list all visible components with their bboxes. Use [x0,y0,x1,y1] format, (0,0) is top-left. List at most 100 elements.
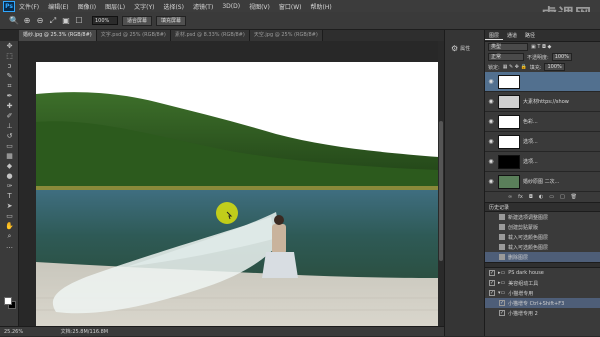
folder-icon[interactable]: ▭ [549,194,554,200]
action-item[interactable]: ✓ 小猫增专 Ctrl+Shift+F3 [485,298,600,308]
history-item[interactable]: 载入可选颜色图层 [485,232,600,242]
action-set[interactable]: ✓ ▸▭ 美容组动工具 [485,278,600,288]
visibility-eye-icon[interactable]: ◉ [487,178,495,185]
menu-edit[interactable]: 编辑(E) [48,2,68,11]
filter-icons[interactable]: ▣ T ◘ ◆ [531,44,551,50]
new-layer-icon[interactable]: □ [560,194,565,200]
crop-tool-icon[interactable]: ⌗ [0,81,19,91]
scrollbar-thumb[interactable] [439,121,443,261]
history-panel-title[interactable]: 历史记录 [485,202,600,212]
type-tool-icon[interactable]: T [0,191,19,201]
layer-row[interactable]: ◉ 大素材https://show... [485,92,600,112]
history-item[interactable]: 新建选项调整图层 [485,212,600,222]
menu-window[interactable]: 窗口(W) [279,2,302,11]
history-brush-icon[interactable]: ↺ [0,131,19,141]
menu-type[interactable]: 文字(Y) [134,2,154,11]
history-item-label: 载入可选颜色图层 [508,244,549,251]
check-icon[interactable]: ✓ [489,270,495,276]
brush-tool-icon[interactable]: ✐ [0,111,19,121]
eraser-tool-icon[interactable]: ▭ [0,141,19,151]
more-tools-icon[interactable]: … [0,241,19,251]
action-label: 小猫增专用 [508,290,534,297]
visibility-eye-icon[interactable]: ◉ [487,158,495,165]
visibility-eye-icon[interactable]: ◉ [487,118,495,125]
check-icon[interactable]: ✓ [499,300,505,306]
tab-paths[interactable]: 路径 [521,32,539,39]
zoom-value-field[interactable]: 100% [92,16,118,25]
fill-field[interactable]: 100% [544,63,565,71]
menu-select[interactable]: 选择(S) [163,2,184,11]
lock-icons[interactable]: ▦ ✎ ✥ 🔒 [503,64,527,70]
mask-icon[interactable]: ◘ [529,194,533,200]
move-tool-icon[interactable]: ✥ [0,41,19,51]
hand-tool-icon[interactable]: ✋ [0,221,19,231]
layer-row[interactable]: ◉ 选项... [485,152,600,172]
gradient-tool-icon[interactable]: ▦ [0,151,19,161]
history-doc-icon [499,214,505,220]
blur-tool-icon[interactable]: ◆ [0,161,19,171]
action-item[interactable]: ✓ 小猫增专用 2 [485,308,600,318]
zoom-status[interactable]: 25.26% [4,329,23,335]
menu-view[interactable]: 视图(V) [249,2,270,11]
zoom-out-icon[interactable]: ⊖ [35,16,45,26]
action-label: 小猫增专用 2 [508,310,538,317]
canvas-area[interactable] [19,41,444,326]
marquee-tool-icon[interactable]: ⬚ [0,51,19,61]
history-item[interactable]: 创建剪贴蒙版 [485,222,600,232]
tab-document[interactable]: 文字.psd @ 25% (RGB/8#) [96,30,171,41]
eyedropper-tool-icon[interactable]: ✒ [0,91,19,101]
dodge-tool-icon[interactable]: ● [0,171,19,181]
fill-screen-button[interactable]: 填充屏幕 [156,15,187,26]
check-icon[interactable]: ✓ [489,280,495,286]
healing-brush-icon[interactable]: ✚ [0,101,19,111]
layer-row[interactable]: ◉ 选项... [485,132,600,152]
menu-help[interactable]: 帮助(H) [311,2,332,11]
menu-3d[interactable]: 3D(D) [222,3,240,10]
foreground-color-swatch[interactable] [4,297,12,305]
visibility-eye-icon[interactable]: ◉ [487,78,495,85]
history-item[interactable]: 载入可选颜色图层 [485,242,600,252]
visibility-eye-icon[interactable]: ◉ [487,98,495,105]
layer-row[interactable]: ◉ [485,72,600,92]
lasso-tool-icon[interactable]: ↄ [0,61,19,71]
resize-windows-icon[interactable]: ⤢ [48,16,58,26]
layer-kind-select[interactable]: 类型 [488,43,528,51]
layer-row[interactable]: ◉ 婚纱原图 二次... [485,172,600,192]
menu-filter[interactable]: 滤镜(T) [193,2,213,11]
clone-stamp-icon[interactable]: ⊥ [0,121,19,131]
opacity-field[interactable]: 100% [551,53,572,61]
zoom-tool-icon[interactable]: 🔍 [9,16,19,26]
adjustment-icon[interactable]: ◐ [539,194,543,200]
menu-image[interactable]: 图像(I) [78,2,96,11]
blend-mode-select[interactable]: 正常 [488,53,524,61]
zoom-all-windows-icon[interactable]: ▣ [61,16,71,26]
menu-file[interactable]: 文件(F) [19,2,39,11]
shape-tool-icon[interactable]: ▭ [0,211,19,221]
action-set[interactable]: ✓ ▾▭ 小猫增专用 [485,288,600,298]
tab-layers[interactable]: 图层 [485,32,504,40]
action-set[interactable]: ✓ ▸▭ PS dark house [485,268,600,278]
scrubby-zoom-icon[interactable]: ☐ [74,16,84,26]
status-bar: 25.26% 文档:25.8M/116.8M [0,326,444,336]
zoom-in-icon[interactable]: ⊕ [22,16,32,26]
layer-row[interactable]: ◉ 色彩... [485,112,600,132]
tab-document[interactable]: 素材.psd @ 8.33% (RGB/8#) [170,30,250,41]
properties-panel-button[interactable]: ⚙ 属性 [451,40,483,56]
quick-select-tool-icon[interactable]: ✎ [0,71,19,81]
history-item[interactable]: 删除图层 [485,252,600,262]
pen-tool-icon[interactable]: ✑ [0,181,19,191]
tab-channels[interactable]: 通道 [503,32,521,39]
tab-document[interactable]: 天空.jpg @ 25% (RGB/8#) [249,30,323,41]
visibility-eye-icon[interactable]: ◉ [487,138,495,145]
check-icon[interactable]: ✓ [489,290,495,296]
fit-screen-button[interactable]: 适合屏幕 [122,15,153,26]
path-select-icon[interactable]: ➤ [0,201,19,211]
check-icon[interactable]: ✓ [499,310,505,316]
menu-layer[interactable]: 图层(L) [105,2,125,11]
history-item-label: 新建选项调整图层 [508,214,549,221]
trash-icon[interactable]: 🗑 [571,194,577,200]
tab-document[interactable]: 婚纱.jpg @ 25.3% (RGB/8#) [19,30,97,41]
zoom-tool-icon[interactable]: ⌕ [0,231,19,241]
link-icon[interactable]: ∞ [508,194,512,200]
fx-icon[interactable]: fx [518,194,523,200]
